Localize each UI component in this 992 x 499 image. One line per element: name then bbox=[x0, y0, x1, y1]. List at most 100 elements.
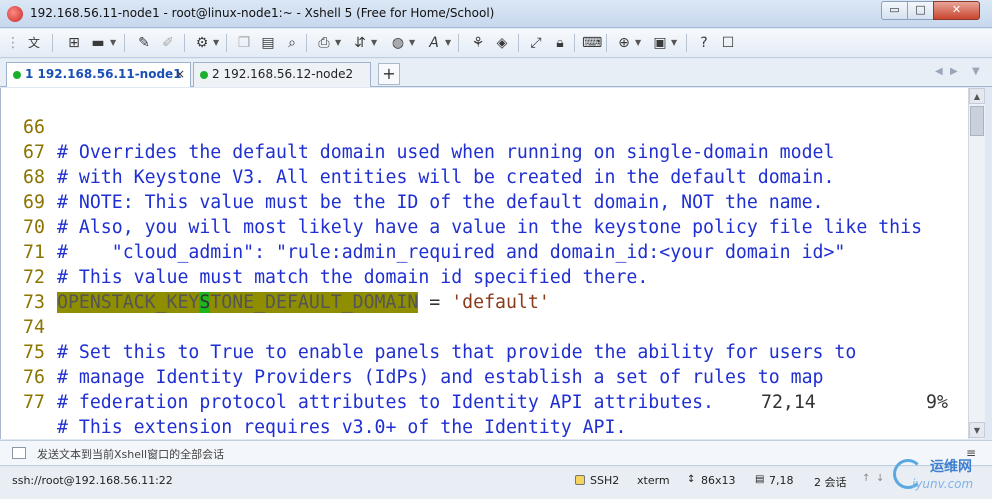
protocol-label: SSH2 bbox=[590, 474, 620, 487]
cursor-icon: ▤ bbox=[755, 474, 765, 485]
secure-lock-icon bbox=[575, 475, 585, 485]
terminal-line: 68 # NOTE: This value must be the ID of … bbox=[1, 140, 824, 213]
scroll-down-icon[interactable]: ▼ bbox=[969, 422, 985, 438]
line-text: # Overrides the default domain used when… bbox=[57, 142, 835, 163]
chevron-down-icon[interactable]: ▼ bbox=[110, 33, 116, 53]
wen-button[interactable]: 文 bbox=[24, 33, 44, 53]
comment-icon[interactable]: ☐ bbox=[718, 33, 738, 53]
tab-list-icon[interactable]: ▼ bbox=[972, 66, 980, 77]
close-tab-icon[interactable]: × bbox=[175, 63, 185, 86]
reconnect-icon[interactable]: ✎ bbox=[134, 33, 154, 53]
properties-icon[interactable]: ⚙ bbox=[192, 33, 212, 53]
tab-node1[interactable]: 1 192.168.56.11-node1 × bbox=[6, 62, 191, 87]
compose-icon[interactable] bbox=[12, 447, 26, 459]
toolbar-separator bbox=[306, 34, 307, 52]
status-bar: ssh://root@192.168.56.11:22 SSH2 xterm ↕… bbox=[0, 467, 992, 499]
lock-icon[interactable]: 🔒︎ bbox=[550, 33, 570, 53]
line-text: # This value must match the domain id sp… bbox=[57, 267, 649, 288]
toolbar-separator bbox=[52, 34, 53, 52]
line-text: # Set this to True to enable panels that… bbox=[57, 342, 857, 363]
chevron-down-icon[interactable]: ▼ bbox=[213, 33, 219, 53]
line-text: # NOTE: This value must be the ID of the… bbox=[57, 192, 824, 213]
fullscreen-icon[interactable]: ⤢ bbox=[526, 33, 546, 53]
chevron-down-icon[interactable]: ▼ bbox=[635, 33, 641, 53]
terminal-line: 70 # "cloud_admin": "rule:admin_required… bbox=[1, 190, 845, 263]
toolbar-separator bbox=[574, 34, 575, 52]
globe-icon[interactable]: ◍ bbox=[388, 33, 408, 53]
line-text: # manage Identity Providers (IdPs) and e… bbox=[57, 367, 824, 388]
window-title: 192.168.56.11-node1 - root@linux-node1:~… bbox=[30, 6, 495, 20]
new-session-icon[interactable]: ⊞ bbox=[64, 33, 84, 53]
xmanager-icon[interactable]: ◈ bbox=[492, 33, 512, 53]
maximize-button[interactable]: □ bbox=[907, 1, 934, 20]
search-highlight: TONE_DEFAULT_DOMAIN bbox=[210, 292, 419, 313]
chevron-down-icon[interactable]: ▼ bbox=[671, 33, 677, 53]
tab-node2[interactable]: 2 192.168.56.12-node2 bbox=[193, 62, 371, 87]
layout-icon[interactable]: ▣ bbox=[650, 33, 670, 53]
minimize-button[interactable]: ▭ bbox=[881, 1, 908, 20]
connected-status-icon bbox=[200, 71, 208, 79]
paste-icon[interactable]: ▤ bbox=[258, 33, 278, 53]
text-cursor: S bbox=[199, 292, 211, 313]
line-text: # This extension requires v3.0+ of the I… bbox=[57, 417, 627, 438]
chevron-down-icon[interactable]: ▼ bbox=[409, 33, 415, 53]
vertical-scrollbar[interactable]: ▲ ▼ bbox=[968, 88, 985, 439]
tab-prev-icon[interactable]: ◀ bbox=[935, 66, 943, 77]
toolbar-separator bbox=[606, 34, 607, 52]
transfer-icon[interactable]: ⇵ bbox=[350, 33, 370, 53]
compose-input[interactable]: 发送文本到当前Xshell窗口的全部会话 bbox=[37, 446, 224, 462]
search-highlight: OPENSTACK_KEY bbox=[57, 292, 200, 313]
terminal-line: 71 # This value must match the domain id… bbox=[1, 215, 648, 288]
chevron-down-icon[interactable]: ▼ bbox=[445, 33, 451, 53]
terminal-line: 74 # Set this to True to enable panels t… bbox=[1, 290, 856, 363]
copy-icon[interactable]: ❐ bbox=[234, 33, 254, 53]
close-button[interactable]: ✕ bbox=[933, 1, 980, 20]
toolbar-separator bbox=[518, 34, 519, 52]
toolbar-grip-icon: ⋮ bbox=[6, 35, 20, 51]
toolbar-separator bbox=[124, 34, 125, 52]
print-icon[interactable]: ⎙ bbox=[314, 33, 334, 53]
line-text: # Also, you will most likely have a valu… bbox=[57, 217, 923, 238]
add-tab-button[interactable]: + bbox=[378, 63, 400, 85]
watermark-en: iyunv.com bbox=[912, 477, 974, 491]
string-value: 'default' bbox=[451, 292, 550, 313]
add-tab-icon[interactable]: ⊕ bbox=[614, 33, 634, 53]
line-text: OPENSTACK_KEYSTONE_DEFAULT_DOMAIN = 'def… bbox=[57, 290, 550, 315]
toolbar-separator bbox=[458, 34, 459, 52]
xftp-icon[interactable]: ⚘ bbox=[468, 33, 488, 53]
chevron-down-icon[interactable]: ▼ bbox=[371, 33, 377, 53]
open-folder-icon[interactable]: ▬ bbox=[88, 33, 108, 53]
connected-status-icon bbox=[13, 71, 21, 79]
terminal-line: 76 # federation protocol attributes to I… bbox=[1, 340, 714, 413]
xshell-app-icon[interactable] bbox=[7, 6, 23, 22]
tab-label: 2 192.168.56.12-node2 bbox=[212, 67, 354, 81]
terminal-area[interactable]: 66 # Overrides the default domain used w… bbox=[0, 88, 968, 439]
terminal-line: 67 # with Keystone V3. All entities will… bbox=[1, 115, 834, 188]
assignment-operator: = bbox=[418, 292, 452, 313]
session-count: 2 会话 bbox=[814, 476, 847, 489]
disconnect-icon[interactable]: ✐ bbox=[158, 33, 178, 53]
font-icon[interactable]: A bbox=[424, 33, 444, 53]
file-percent: 9% bbox=[926, 392, 948, 413]
find-icon[interactable]: ⌕ bbox=[282, 33, 302, 53]
help-icon[interactable]: ? bbox=[694, 33, 714, 53]
toolbar-separator bbox=[226, 34, 227, 52]
compose-bar[interactable]: 发送文本到当前Xshell窗口的全部会话 ≡ bbox=[0, 440, 992, 466]
resize-icon: ↕ bbox=[687, 474, 696, 485]
chevron-down-icon[interactable]: ▼ bbox=[335, 33, 341, 53]
title-bar: 192.168.56.11-node1 - root@linux-node1:~… bbox=[0, 0, 992, 28]
terminal-line: 66 # Overrides the default domain used w… bbox=[1, 90, 834, 163]
keyboard-icon[interactable]: ⌨ bbox=[582, 33, 602, 53]
connection-address: ssh://root@192.168.56.11:22 bbox=[12, 474, 173, 487]
terminal-line: 77 # This extension requires v3.0+ of th… bbox=[1, 365, 626, 438]
toolbar-separator bbox=[184, 34, 185, 52]
session-tab-bar: 1 192.168.56.11-node1 × 2 192.168.56.12-… bbox=[0, 59, 992, 87]
terminal-line: 75 # manage Identity Providers (IdPs) an… bbox=[1, 315, 824, 388]
toolbar: ⋮ 文 ⊞ ▬ ▼ ✎ ✐ ⚙ ▼ ❐ ▤ ⌕ ⎙ ▼ ⇵ ▼ ◍ ▼ A ▼ … bbox=[0, 29, 992, 58]
watermark-logo: 运维网 iyunv.com bbox=[890, 455, 990, 499]
upload-arrow-icon: ↑ bbox=[862, 473, 871, 484]
terminal-line: 69 # Also, you will most likely have a v… bbox=[1, 165, 922, 238]
scroll-thumb[interactable] bbox=[970, 106, 984, 136]
tab-next-icon[interactable]: ▶ bbox=[950, 66, 958, 77]
scroll-up-icon[interactable]: ▲ bbox=[969, 88, 985, 104]
